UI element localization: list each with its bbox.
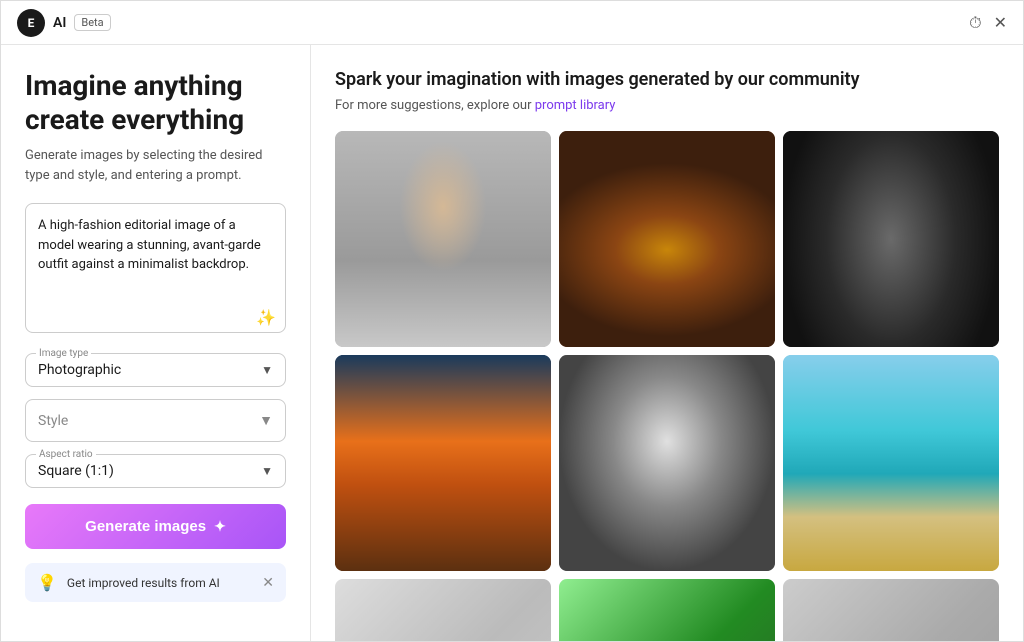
left-panel: Imagine anythingcreate everything Genera…: [1, 45, 311, 641]
style-arrow-icon: ▼: [259, 412, 273, 429]
generate-images-button[interactable]: Generate images ✦: [25, 504, 286, 549]
aspect-ratio-value[interactable]: Square (1:1) ▼: [38, 463, 273, 479]
title-bar: E AI Beta ⏱ ✕: [1, 1, 1023, 45]
tip-close-icon[interactable]: ✕: [262, 575, 274, 591]
grid-item-placeholder2[interactable]: [559, 579, 775, 641]
image-type-value[interactable]: Photographic ▼: [38, 362, 273, 378]
right-panel: Spark your imagination with images gener…: [311, 45, 1023, 641]
image-type-arrow-icon: ▼: [261, 363, 273, 377]
grid-item-boxer[interactable]: [783, 131, 999, 347]
page-subheadline: Generate images by selecting the desired…: [25, 146, 286, 185]
app-name: AI: [53, 15, 66, 31]
grid-item-bw-woman[interactable]: [559, 355, 775, 571]
magic-icon[interactable]: ✨: [256, 308, 276, 327]
page-headline: Imagine anythingcreate everything: [25, 69, 286, 136]
aspect-ratio-label: Aspect ratio: [36, 449, 96, 460]
image-type-dropdown[interactable]: Image type Photographic ▼: [25, 353, 286, 387]
title-bar-right: ⏱ ✕: [969, 13, 1007, 33]
history-icon[interactable]: ⏱: [969, 13, 981, 33]
generate-button-label: Generate images: [85, 518, 206, 535]
tip-text: Get improved results from AI: [67, 576, 252, 590]
community-image-grid: [335, 131, 999, 641]
dropdown-group: Image type Photographic ▼ Style ▼ Aspect…: [25, 353, 286, 488]
grid-item-placeholder1[interactable]: [335, 579, 551, 641]
aspect-ratio-arrow-icon: ▼: [261, 464, 273, 478]
tip-bar: 💡 Get improved results from AI ✕: [25, 563, 286, 602]
grid-item-beach[interactable]: [783, 355, 999, 571]
prompt-library-link[interactable]: prompt library: [535, 98, 616, 113]
close-icon[interactable]: ✕: [994, 13, 1007, 32]
app-logo: E: [17, 9, 45, 37]
main-layout: Imagine anythingcreate everything Genera…: [1, 45, 1023, 641]
grid-item-woman-fashion[interactable]: [335, 131, 551, 347]
lightbulb-icon: 💡: [37, 573, 57, 592]
prompt-wrapper: ✨: [25, 203, 286, 337]
style-dropdown[interactable]: Style ▼: [25, 399, 286, 442]
prompt-library-line: For more suggestions, explore our prompt…: [335, 98, 999, 113]
beta-badge: Beta: [74, 14, 110, 31]
grid-item-placeholder3[interactable]: [783, 579, 999, 641]
community-title: Spark your imagination with images gener…: [335, 69, 999, 90]
generate-sparkle-icon: ✦: [214, 518, 226, 535]
grid-item-mountains[interactable]: [335, 355, 551, 571]
image-type-label: Image type: [36, 348, 91, 359]
aspect-ratio-dropdown[interactable]: Aspect ratio Square (1:1) ▼: [25, 454, 286, 488]
prompt-input[interactable]: [25, 203, 286, 333]
grid-item-burger[interactable]: [559, 131, 775, 347]
title-bar-left: E AI Beta: [17, 9, 111, 37]
